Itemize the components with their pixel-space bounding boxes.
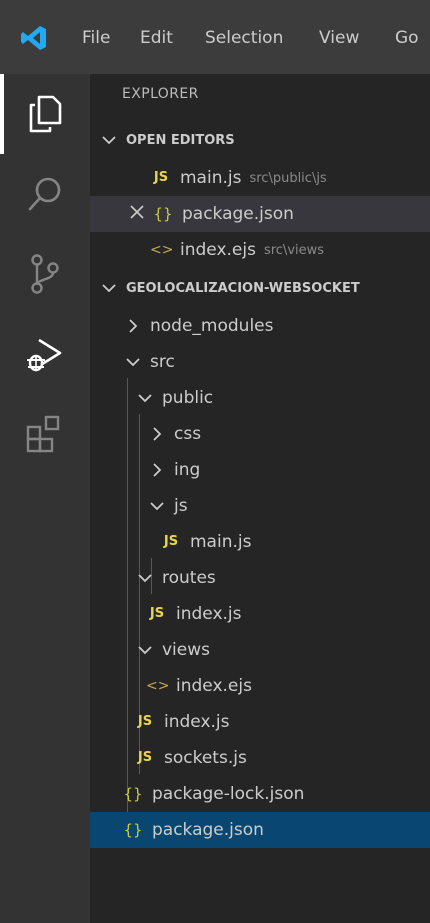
menu-selection[interactable]: Selection [205, 26, 283, 50]
open-editor-name: index.ejs [180, 240, 256, 260]
menu-file[interactable]: File [82, 26, 110, 50]
tree-item-label: routes [162, 568, 216, 588]
tree-item-label: src [150, 352, 175, 372]
open-editor-item[interactable]: {} package.json [90, 196, 430, 232]
chevron-down-icon [146, 495, 168, 517]
tree-item-label: index.ejs [176, 676, 252, 696]
tree-item-label: css [174, 424, 202, 444]
chevron-down-icon [134, 567, 156, 589]
open-editor-path: src\public\js [249, 170, 327, 186]
chevron-right-icon [122, 315, 144, 337]
close-icon[interactable] [126, 201, 148, 227]
chevron-right-icon [146, 423, 168, 445]
explorer-icon [29, 95, 62, 133]
activity-bar [0, 74, 90, 923]
tree-item-label: index.js [176, 604, 242, 624]
tree-folder[interactable]: ing [90, 452, 430, 488]
menu-view[interactable]: View [319, 26, 359, 50]
vscode-logo-icon [21, 26, 46, 50]
tree-file-selected[interactable]: {} package.json [90, 812, 430, 848]
section-label: OPEN EDITORS [126, 132, 235, 148]
tree-item-label: public [162, 388, 214, 408]
tree-file[interactable]: JS index.js [90, 596, 430, 632]
sidebar-title: EXPLORER [122, 86, 199, 102]
open-editor-path: src\views [263, 242, 325, 258]
tree-item-label: package.json [152, 820, 264, 840]
menu-bar: File Edit Selection View Go [0, 0, 430, 74]
chevron-right-icon [146, 459, 168, 481]
tree-folder[interactable]: public [90, 380, 430, 416]
tree-file[interactable]: JS main.js [90, 524, 430, 560]
open-editor-item[interactable]: JS main.js src\public\js [90, 160, 430, 196]
json-file-icon: {} [123, 821, 143, 839]
tree-item-label: node_modules [150, 316, 274, 336]
open-editor-item[interactable]: <> index.ejs src\views [90, 232, 430, 268]
tree-folder[interactable]: node_modules [90, 308, 430, 344]
tree-folder[interactable]: css [90, 416, 430, 452]
section-label: GEOLOCALIZACION-WEBSOCKET [126, 280, 360, 296]
explorer-sidebar: EXPLORER OPEN EDITORS JS main.js src\pub… [90, 74, 430, 923]
vscode-window: File Edit Selection View Go EXPLORER OPE… [0, 0, 430, 923]
tree-folder[interactable]: src [90, 344, 430, 380]
activity-source-control[interactable] [0, 234, 90, 314]
tree-folder[interactable]: routes [90, 560, 430, 596]
tree-file[interactable]: {} package-lock.json [90, 776, 430, 812]
tree-item-label: js [174, 496, 188, 516]
chevron-down-icon [122, 351, 144, 373]
ejs-file-icon: <> [146, 678, 170, 694]
open-editor-name: main.js [180, 168, 242, 188]
tree-item-label: ing [174, 460, 201, 480]
activity-explorer[interactable] [0, 74, 90, 154]
ejs-file-icon: <> [150, 242, 174, 258]
js-file-icon: JS [149, 606, 165, 621]
run-debug-icon [27, 338, 62, 372]
tree-file[interactable]: JS sockets.js [90, 740, 430, 776]
tree-file[interactable]: JS index.js [90, 704, 430, 740]
js-file-icon: JS [153, 170, 169, 185]
js-file-icon: JS [137, 714, 153, 729]
menu-go[interactable]: Go [395, 26, 419, 50]
tree-item-label: views [162, 640, 211, 660]
section-project-folder[interactable]: GEOLOCALIZACION-WEBSOCKET [90, 270, 430, 306]
tree-folder[interactable]: js [90, 488, 430, 524]
extensions-icon [26, 415, 60, 453]
tree-item-label: index.js [164, 712, 230, 732]
open-editor-name: package.json [182, 204, 294, 224]
tree-item-label: sockets.js [164, 748, 247, 768]
section-open-editors[interactable]: OPEN EDITORS [90, 122, 430, 158]
chevron-down-icon [134, 387, 156, 409]
js-file-icon: JS [137, 750, 153, 765]
tree-folder[interactable]: views [90, 632, 430, 668]
json-file-icon: {} [153, 205, 173, 223]
activity-search[interactable] [0, 154, 90, 234]
chevron-down-icon [134, 639, 156, 661]
activity-run-debug[interactable] [0, 314, 90, 394]
chevron-down-icon [98, 277, 120, 299]
source-control-icon [31, 254, 59, 294]
json-file-icon: {} [123, 785, 143, 803]
js-file-icon: JS [163, 534, 179, 549]
tree-file[interactable]: <> index.ejs [90, 668, 430, 704]
tree-item-label: main.js [190, 532, 252, 552]
search-icon [28, 177, 61, 211]
chevron-down-icon [98, 129, 120, 151]
menu-edit[interactable]: Edit [140, 26, 173, 50]
tree-item-label: package-lock.json [152, 784, 305, 804]
activity-extensions[interactable] [0, 394, 90, 474]
